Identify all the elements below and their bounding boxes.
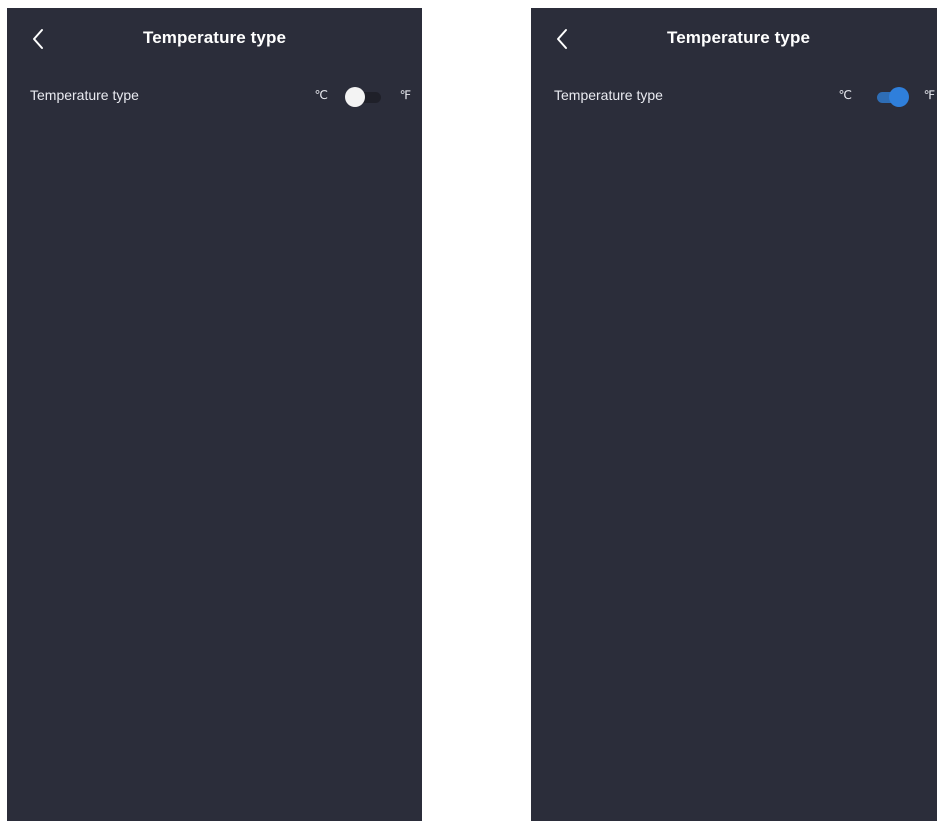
back-button[interactable] [23,24,53,54]
phone-screen-fahrenheit: Temperature type Temperature type ℃ ℉ [531,8,937,821]
toggle-knob [889,87,909,107]
page-title: Temperature type [143,28,286,47]
temperature-unit-toggle[interactable] [345,87,385,107]
temperature-type-row: Temperature type ℃ ℉ [531,78,937,112]
setting-label: Temperature type [30,87,139,103]
celsius-label: ℃ [838,88,852,102]
back-button[interactable] [547,24,577,54]
header: Temperature type [531,8,937,70]
temperature-unit-toggle[interactable] [869,87,909,107]
header: Temperature type [7,8,422,70]
phone-screen-celsius: Temperature type Temperature type ℃ ℉ [7,8,422,821]
celsius-label: ℃ [314,88,328,102]
temperature-type-row: Temperature type ℃ ℉ [7,78,422,112]
chevron-left-icon [31,28,45,50]
page-title: Temperature type [667,28,810,47]
fahrenheit-label: ℉ [399,88,411,102]
setting-label: Temperature type [554,87,663,103]
toggle-knob [345,87,365,107]
fahrenheit-label: ℉ [923,88,935,102]
chevron-left-icon [555,28,569,50]
